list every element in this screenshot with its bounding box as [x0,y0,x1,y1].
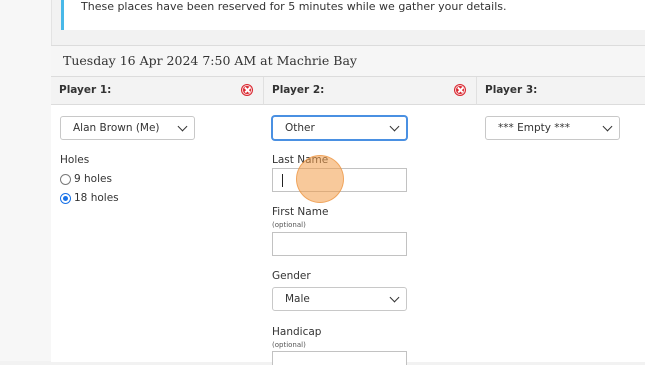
first-name-input[interactable] [272,232,407,256]
holes-9-radio[interactable] [60,174,71,185]
chevron-down-icon [177,121,188,132]
handicap-input[interactable] [272,351,407,365]
player-3-select-value: *** Empty *** [498,122,571,134]
reservation-notice-text: These places have been reserved for 5 mi… [81,0,507,13]
player-1-label: Player 1: [59,84,112,96]
booking-panel: Tuesday 16 Apr 2024 7:50 AM at Machrie B… [51,45,645,365]
player-1-header: Player 1: [51,77,264,105]
player-3-header: Player 3: [477,77,645,105]
holes-18-label[interactable]: 18 holes [74,192,119,204]
remove-player-1-icon[interactable] [241,84,253,96]
player-1-select-value: Alan Brown (Me) [73,122,160,134]
remove-player-2-icon[interactable] [454,84,466,96]
booking-header: Tuesday 16 Apr 2024 7:50 AM at Machrie B… [51,46,645,77]
chevron-down-icon [389,292,400,303]
player-2-header: Player 2: [264,77,477,105]
gender-select-value: Male [285,293,310,305]
click-indicator [296,155,344,203]
left-sidebar-strip [0,0,52,361]
booking-title: Tuesday 16 Apr 2024 7:50 AM at Machrie B… [63,53,357,68]
chevron-down-icon [389,121,400,132]
holes-18-radio[interactable] [60,193,71,204]
player-1-select[interactable]: Alan Brown (Me) [60,116,195,140]
player-2-select[interactable]: Other [272,116,407,140]
holes-9-label[interactable]: 9 holes [74,173,112,185]
reservation-notice: These places have been reserved for 5 mi… [61,0,645,30]
player-2-label: Player 2: [272,84,325,96]
first-name-hint: (optional) [272,221,306,229]
handicap-hint: (optional) [272,341,306,349]
text-caret [282,174,283,187]
player-2-select-value: Other [285,122,315,134]
gender-label: Gender [272,270,311,282]
chevron-down-icon [602,121,613,132]
holes-label: Holes [60,154,90,166]
player-3-label: Player 3: [485,84,538,96]
player-3-select[interactable]: *** Empty *** [485,116,620,140]
gender-select[interactable]: Male [272,287,407,311]
handicap-label: Handicap [272,326,322,338]
first-name-label: First Name [272,206,329,218]
